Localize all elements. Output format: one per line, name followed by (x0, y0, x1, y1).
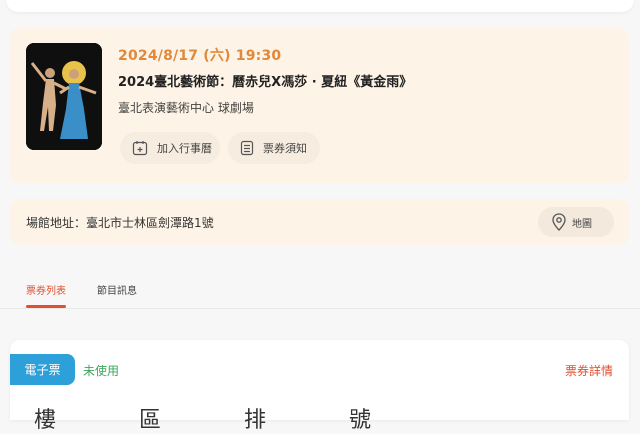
ticket-notice-label: 票券須知 (263, 142, 307, 155)
map-label: 地圖 (572, 218, 592, 230)
ticket-detail-link[interactable]: 票券詳情 (565, 362, 613, 379)
ticket-notice-button[interactable]: 票券須知 (228, 132, 320, 164)
event-title: 2024臺北藝術節：曆赤兒X馮莎 · 夏紐《黃金雨》 (118, 75, 413, 90)
add-to-calendar-button[interactable]: 加入行事曆 (120, 132, 220, 164)
tab-ticket-list[interactable]: 票券列表 (26, 282, 66, 297)
venue-address: 場館地址：臺北市士林區劍潭路1號 (26, 216, 214, 230)
event-venue: 臺北表演藝術中心 球劇場 (118, 101, 254, 115)
event-poster-image (26, 43, 102, 150)
tab-program-info[interactable]: 節目訊息 (97, 282, 137, 297)
event-datetime: 2024/8/17 (六) 19:30 (118, 48, 282, 64)
map-button[interactable]: 地圖 (538, 207, 614, 237)
tab-bar: 票券列表 節目訊息 (0, 272, 640, 308)
ticket-type-badge: 電子票 (10, 354, 75, 385)
ticket-status: 未使用 (83, 364, 120, 378)
event-info-card: 2024/8/17 (六) 19:30 2024臺北藝術節：曆赤兒X馮莎 · 夏… (10, 28, 629, 183)
ticket-seat-info-partial: 樓 區 排 號 (34, 408, 409, 433)
document-icon (240, 140, 254, 156)
calendar-add-icon (132, 141, 148, 156)
map-pin-icon (552, 213, 566, 231)
ticket-card[interactable]: 電子票 未使用 票券詳情 樓 區 排 號 (10, 340, 629, 433)
venue-address-card: 場館地址：臺北市士林區劍潭路1號 地圖 (10, 199, 629, 245)
tabs-divider (0, 308, 640, 309)
previous-card-edge (6, 0, 634, 12)
add-to-calendar-label: 加入行事曆 (157, 142, 212, 155)
